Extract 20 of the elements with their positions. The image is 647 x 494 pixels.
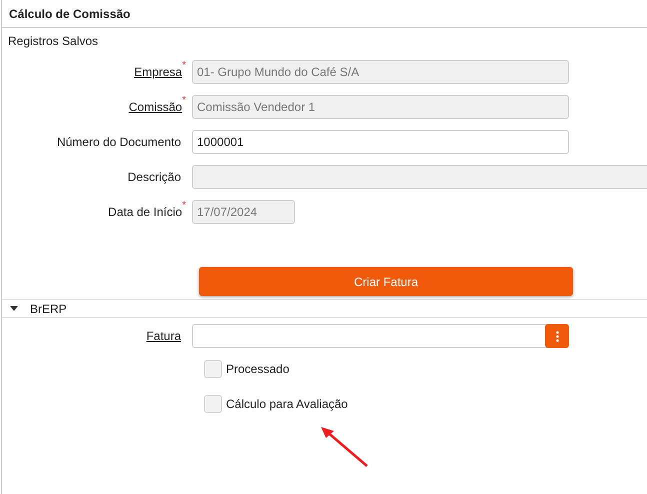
checkbox-label: Cálculo para Avaliação <box>226 396 348 413</box>
caret-icon[interactable] <box>10 306 18 311</box>
checkbox[interactable] <box>204 360 222 378</box>
lookup-field[interactable] <box>192 324 569 348</box>
field-label: Data de Início <box>108 204 182 221</box>
checkbox[interactable] <box>204 395 222 413</box>
more-button[interactable] <box>545 324 569 348</box>
required-mark: * <box>182 201 186 211</box>
field-label: Número do Documento <box>56 134 181 151</box>
more-icon <box>556 330 558 342</box>
field-link[interactable]: Fatura <box>146 327 181 345</box>
checkbox-label: Processado <box>226 361 290 378</box>
section-label: Registros Salvos <box>7 33 100 50</box>
input-field[interactable]: 1000001 <box>192 130 569 154</box>
window-title: Cálculo de Comissão <box>2 0 647 28</box>
annotation-arrow <box>321 427 368 467</box>
section-header[interactable]: BrERP <box>30 300 67 318</box>
field-label: Descrição <box>128 169 181 186</box>
required-mark: * <box>182 96 186 106</box>
required-mark: * <box>182 61 186 71</box>
